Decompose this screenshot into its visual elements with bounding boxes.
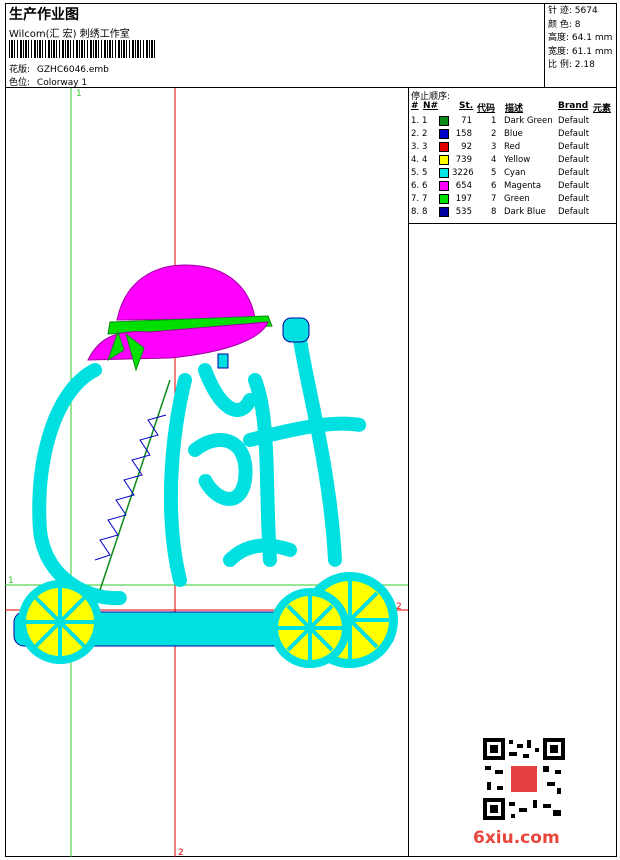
col-header-stitches: St. <box>459 101 474 111</box>
color-swatch <box>439 194 449 204</box>
qr-logo-icon <box>511 766 537 792</box>
table-row: 3. 3 92 3 Red Default <box>411 142 590 152</box>
col-header-element: 元素 <box>593 104 612 114</box>
col-header-num: # <box>411 101 419 111</box>
zigzag-blue-line <box>94 414 167 561</box>
color-swatch <box>439 168 449 178</box>
barcode-image <box>9 40 155 58</box>
col-header-no: N# <box>423 101 439 111</box>
design-label: 花版: <box>9 65 31 75</box>
stat-colors: 颜 色: 8 <box>548 19 581 30</box>
colorway-label: 色位: <box>9 78 31 88</box>
table-row: 2. 2 158 2 Blue Default <box>411 129 590 139</box>
design-value: GZHC6046.emb <box>36 65 109 75</box>
green-stitch-line <box>99 379 171 591</box>
col-header-desc: 描述 <box>505 104 524 114</box>
letter-foot <box>223 538 297 567</box>
color-swatch <box>439 181 449 191</box>
embroidery-preview: 1 2 1 2 <box>5 88 408 857</box>
watermark-brand: 6xiu.com <box>473 828 560 848</box>
guide-label-h1: 1 <box>8 576 14 586</box>
letter-stem-right <box>248 373 277 567</box>
letter-c-shape <box>32 363 127 606</box>
table-row: 4. 4 739 4 Yellow Default <box>411 155 590 165</box>
design-name-row: 花版: GZHC6046.emb <box>9 62 109 75</box>
color-swatch <box>439 129 449 139</box>
table-row: 5. 5 3226 5 Cyan Default <box>411 168 590 178</box>
qr-code-image <box>483 738 565 820</box>
guide-label-h2: 2 <box>396 602 402 612</box>
table-row: 7. 7 197 7 Green Default <box>411 194 590 204</box>
stop-sequence-table: 停止顺序: # N# St. 代码 描述 Brand 元素 1. 1 71 1 … <box>408 88 617 224</box>
col-header-code: 代码 <box>477 104 496 114</box>
studio-subtitle: Wilcom(汇 宏) 刺绣工作室 <box>9 29 130 40</box>
stat-scale: 比 例: 2.18 <box>548 60 595 70</box>
design-canvas: 1 2 1 2 <box>5 88 408 857</box>
color-swatch <box>439 207 449 217</box>
stats-panel: 针 迹: 5674 颜 色: 8 高度: 64.1 mm 宽度: 61.1 mm… <box>544 3 617 88</box>
header-panel: 生产作业图 Wilcom(汇 宏) 刺绣工作室 花版: GZHC6046.emb… <box>5 3 545 88</box>
letter-loop <box>188 433 253 506</box>
page-title: 生产作业图 <box>9 7 79 23</box>
wheel-middle <box>270 588 350 668</box>
letter-curl <box>198 363 257 417</box>
colorway-row: 色位: Colorway 1 <box>9 75 87 88</box>
color-swatch <box>439 142 449 152</box>
letter-tail <box>293 333 342 567</box>
cyan-knob <box>282 317 310 343</box>
cyan-square <box>217 353 229 369</box>
guide-label-v2: 2 <box>178 848 184 857</box>
stat-stitches: 针 迹: 5674 <box>548 6 598 16</box>
table-row: 8. 8 535 8 Dark Blue Default <box>411 207 590 217</box>
color-swatch <box>439 116 449 126</box>
cyan-letters <box>32 333 367 606</box>
table-row: 6. 6 654 6 Magenta Default <box>411 181 590 191</box>
letter-stem-left <box>163 373 192 587</box>
colorway-value: Colorway 1 <box>36 78 88 88</box>
table-row: 1. 1 71 1 Dark Green Default <box>411 116 590 126</box>
guide-label-v1: 1 <box>76 89 82 99</box>
wheel-left <box>18 580 102 664</box>
stat-height: 高度: 64.1 mm <box>548 33 613 43</box>
color-swatch <box>439 155 449 165</box>
stat-width: 宽度: 61.1 mm <box>548 46 613 57</box>
col-header-brand: Brand <box>558 101 589 111</box>
hat-crown <box>116 264 256 321</box>
